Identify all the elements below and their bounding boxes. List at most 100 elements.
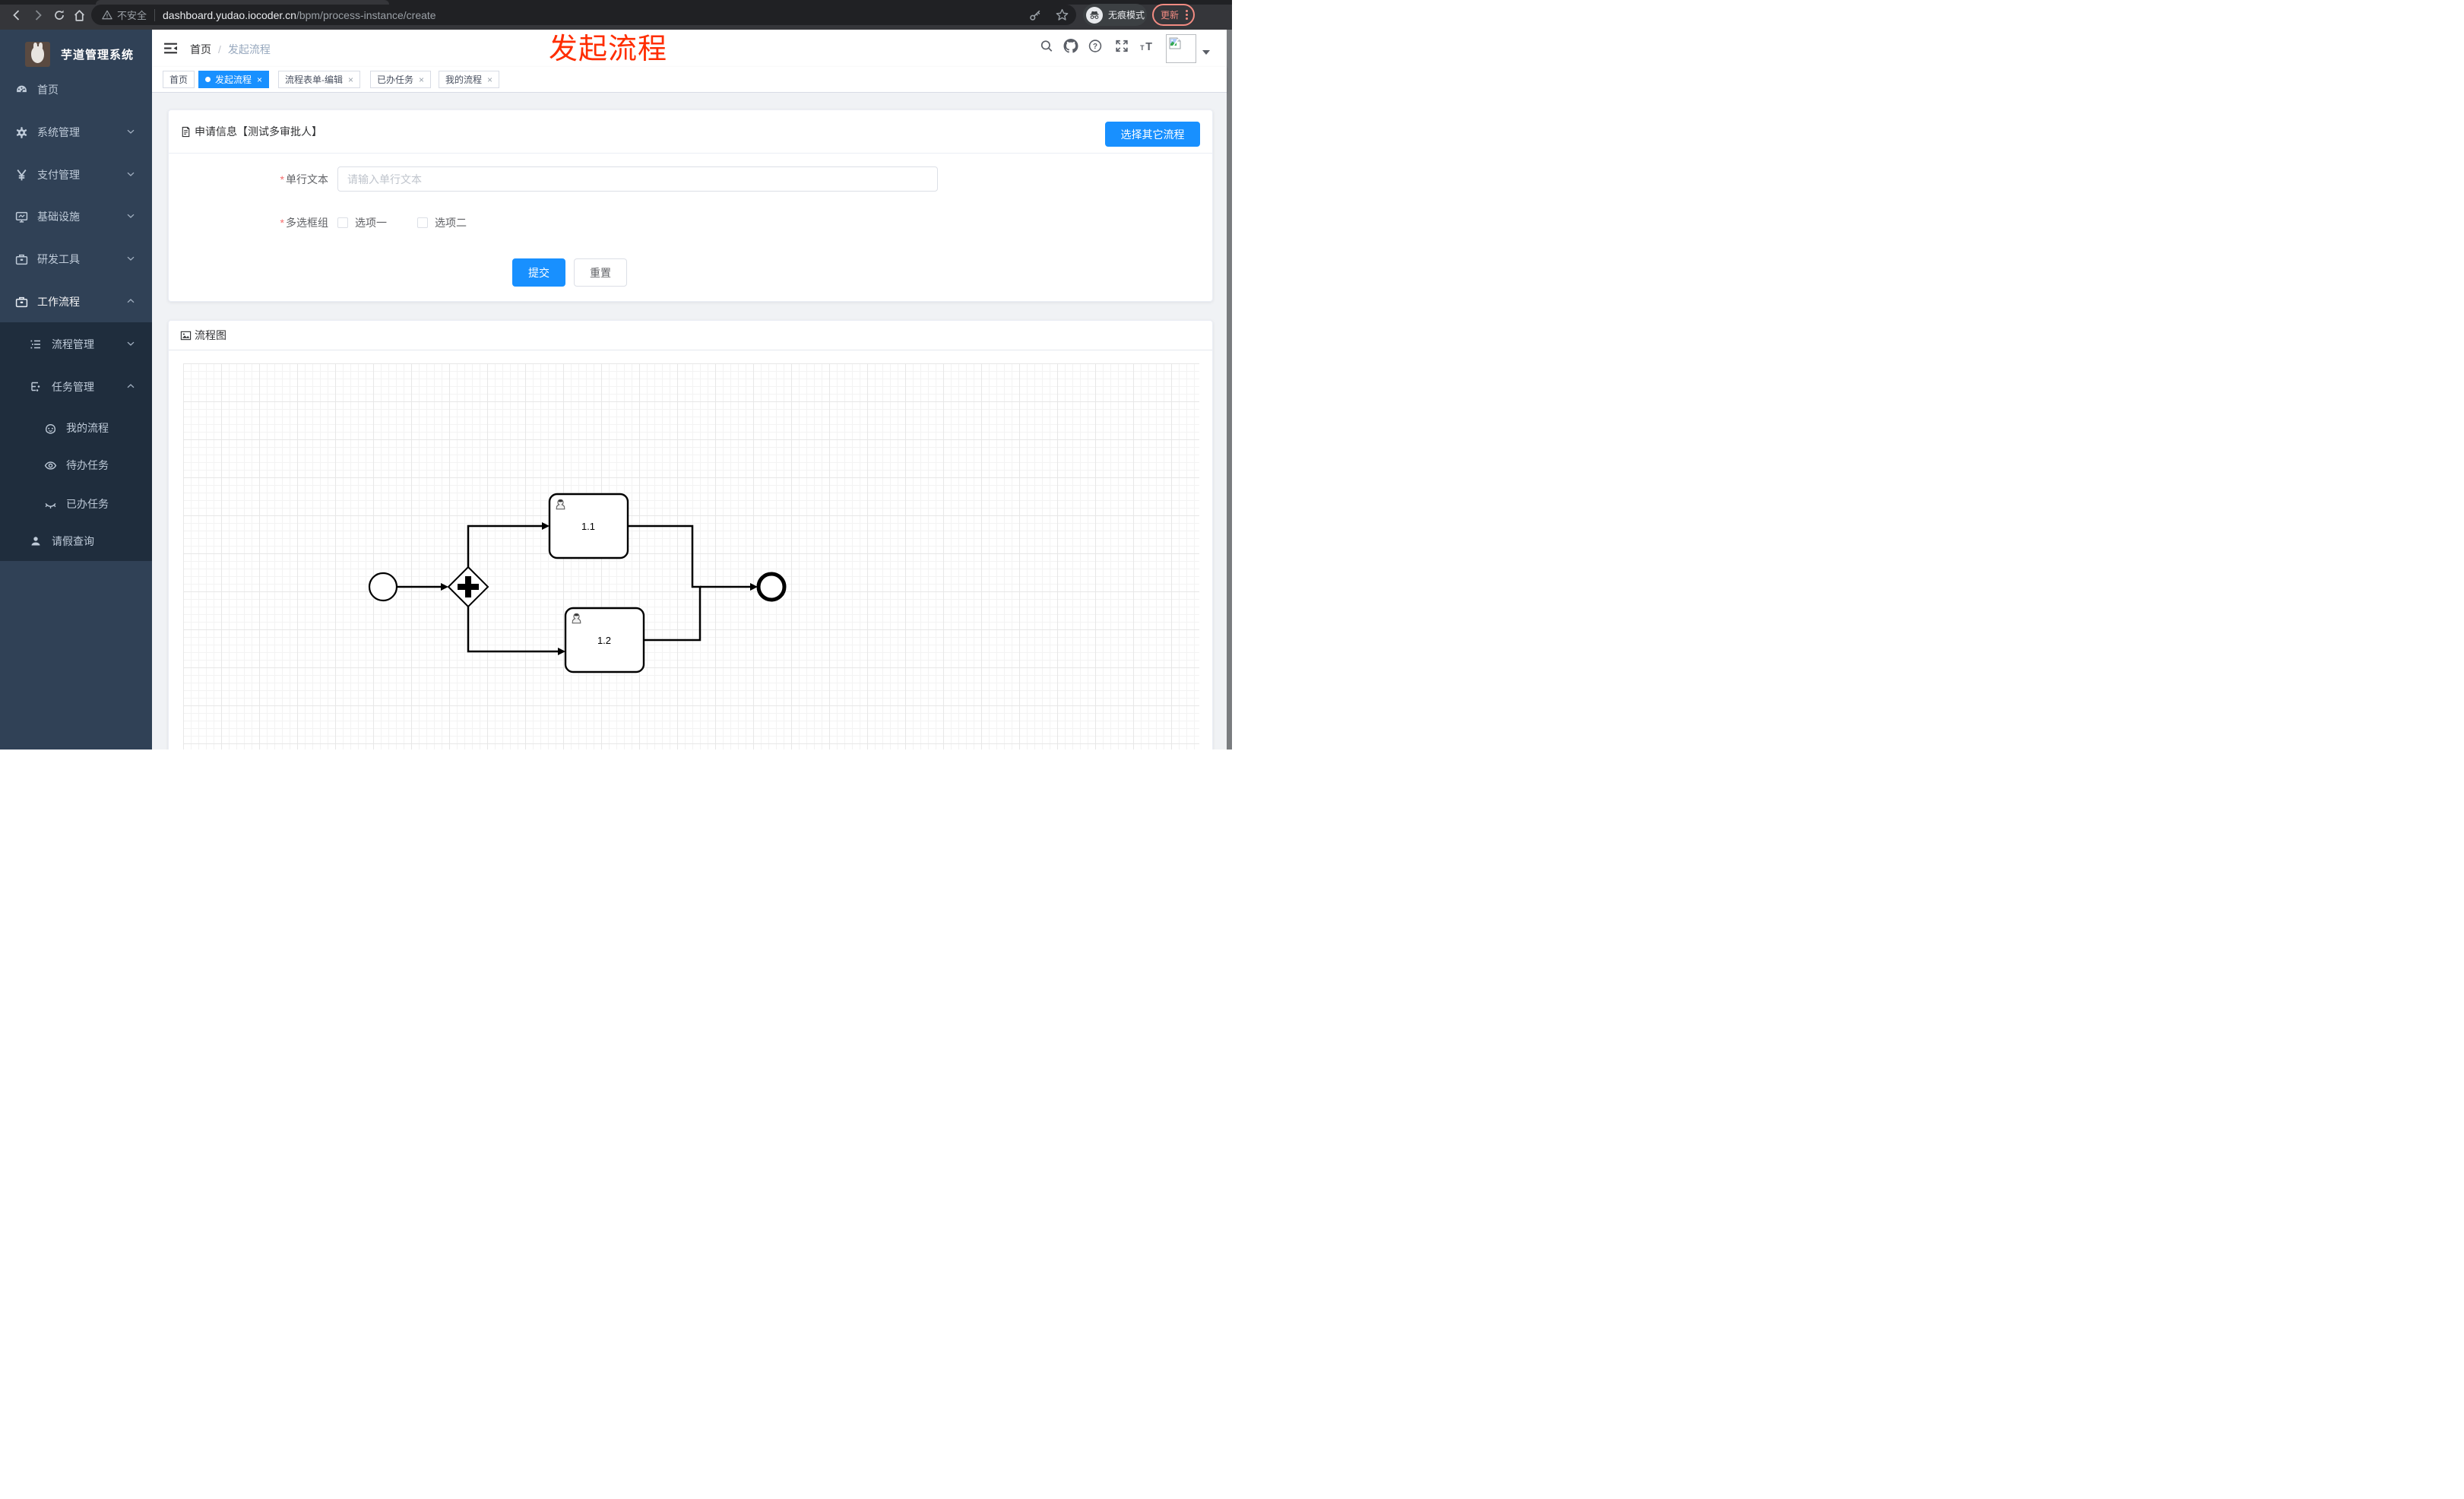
sidebar-item-done-tasks[interactable]: 已办任务	[0, 486, 152, 521]
sidebar-item-process-management[interactable]: 流程管理	[0, 327, 152, 362]
tags-view-bar: 首页 发起流程 × 流程表单-编辑 × 已办任务 × 我的流程 ×	[152, 67, 1227, 93]
sidebar-item-dev-tools[interactable]: 研发工具	[0, 242, 152, 277]
active-dot	[205, 77, 211, 82]
sidebar-item-label: 首页	[37, 84, 59, 96]
avatar-dropdown-caret[interactable]	[1202, 50, 1210, 55]
checkbox-icon[interactable]	[417, 217, 428, 228]
svg-text:T: T	[1145, 41, 1152, 53]
tag-done-tasks[interactable]: 已办任务 ×	[370, 71, 432, 88]
required-star: *	[280, 173, 284, 185]
github-icon[interactable]	[1063, 39, 1078, 57]
fullscreen-icon[interactable]	[1115, 40, 1129, 57]
sidebar-item-todo-tasks[interactable]: 待办任务	[0, 448, 152, 483]
url-text: dashboard.yudao.iocoder.cn/bpm/process-i…	[163, 9, 436, 21]
card-title-row: 流程图	[180, 328, 226, 343]
gear-icon	[14, 125, 28, 139]
checkbox-option-2[interactable]: 选项二	[417, 215, 467, 230]
sidebar-item-workflow[interactable]: 工作流程	[0, 284, 152, 319]
chevron-down-icon	[126, 126, 135, 138]
sidebar-item-my-process[interactable]: 我的流程	[0, 410, 152, 445]
bookmark-star-icon[interactable]	[1056, 8, 1069, 21]
reload-icon	[55, 10, 64, 20]
close-icon[interactable]: ×	[257, 75, 262, 84]
checkbox-label: 选项一	[355, 217, 387, 229]
sidebar-logo-row[interactable]: 芋道管理系统	[0, 36, 152, 72]
diagram-card-title: 流程图	[195, 329, 226, 341]
close-icon[interactable]: ×	[419, 75, 424, 84]
font-size-icon[interactable]: TT	[1139, 40, 1156, 57]
chevron-down-icon	[126, 338, 135, 350]
url-path: /bpm/process-instance/create	[296, 8, 436, 21]
browser-back-button[interactable]	[7, 5, 27, 25]
flow-node-icon	[29, 380, 43, 394]
update-label: 更新	[1161, 10, 1180, 21]
sidebar-item-label: 工作流程	[37, 296, 80, 308]
required-star: *	[280, 217, 284, 229]
incognito-label: 无痕模式	[1108, 10, 1145, 21]
form-card-title: 申请信息【测试多审批人】	[195, 125, 322, 138]
tag-form-edit[interactable]: 流程表单-编辑 ×	[278, 71, 361, 88]
search-icon[interactable]	[1040, 40, 1053, 57]
application-info-card: 申请信息【测试多审批人】 选择其它流程 *单行文本 *多选框组 选项一 选项二	[168, 109, 1213, 302]
app-title: 芋道管理系统	[61, 48, 135, 62]
close-icon[interactable]: ×	[487, 75, 492, 84]
image-icon	[180, 331, 192, 340]
not-secure-warning-icon	[102, 10, 112, 20]
sidebar-item-task-management[interactable]: 任务管理	[0, 369, 152, 404]
sidebar-item-label: 请假查询	[52, 535, 94, 547]
tag-label: 我的流程	[445, 74, 483, 85]
tag-label: 流程表单-编辑	[285, 74, 343, 85]
svg-text:?: ?	[1093, 43, 1097, 51]
help-icon[interactable]: ?	[1088, 40, 1102, 57]
yen-icon	[14, 168, 28, 182]
back-icon	[13, 10, 20, 21]
user-avatar[interactable]	[1166, 34, 1196, 63]
breadcrumb-current: 发起流程	[227, 43, 271, 55]
incognito-icon	[1086, 6, 1103, 24]
sidebar-item-payment[interactable]: 支付管理	[0, 157, 152, 192]
browser-home-button[interactable]	[69, 5, 89, 25]
svg-text:T: T	[1140, 44, 1145, 52]
card-header: 申请信息【测试多审批人】 选择其它流程	[169, 110, 1212, 154]
checkbox-icon[interactable]	[337, 217, 348, 228]
single-line-text-input[interactable]	[337, 166, 938, 192]
incognito-badge: 无痕模式	[1083, 4, 1147, 26]
tag-create-process[interactable]: 发起流程 ×	[198, 71, 270, 88]
sidebar-collapse-button[interactable]	[163, 41, 178, 55]
browser-forward-button[interactable]	[28, 5, 48, 25]
password-key-icon[interactable]	[1029, 8, 1042, 21]
sidebar-item-label: 流程管理	[52, 338, 94, 350]
switch-process-button[interactable]: 选择其它流程	[1105, 122, 1200, 147]
sidebar-item-label: 支付管理	[37, 169, 80, 181]
bpmn-canvas[interactable]: 1.1 1.2	[183, 363, 1199, 750]
security-badge[interactable]: 不安全	[91, 8, 147, 22]
sidebar-item-infrastructure[interactable]: 基础设施	[0, 199, 152, 234]
card-header: 流程图	[169, 321, 1212, 350]
user-icon	[29, 534, 43, 548]
tag-label: 发起流程	[215, 74, 252, 85]
bpmn-user-task-1-1: 1.1	[548, 493, 629, 559]
screen: 不安全 dashboard.yudao.iocoder.cn/bpm/proce…	[0, 0, 1232, 750]
sidebar-item-home[interactable]: 首页	[0, 72, 152, 107]
process-diagram-card: 流程图 1.1 1.2	[168, 320, 1213, 750]
close-icon[interactable]: ×	[348, 75, 353, 84]
checkbox-option-1[interactable]: 选项一	[337, 215, 387, 230]
briefcase-icon	[14, 295, 28, 309]
tag-my-process[interactable]: 我的流程 ×	[439, 71, 500, 88]
address-bar[interactable]: 不安全 dashboard.yudao.iocoder.cn/bpm/proce…	[91, 5, 1076, 25]
tag-home[interactable]: 首页	[163, 71, 195, 88]
browser-menu-icon[interactable]	[1186, 10, 1188, 20]
submit-button[interactable]: 提交	[512, 258, 565, 287]
page-scrollbar[interactable]	[1227, 30, 1232, 750]
sidebar-item-label: 系统管理	[37, 126, 80, 138]
reset-button[interactable]: 重置	[574, 258, 627, 287]
browser-reload-button[interactable]	[49, 5, 69, 25]
breadcrumb-home[interactable]: 首页	[190, 42, 211, 57]
sidebar-item-label: 基础设施	[37, 211, 80, 223]
sidebar-item-label: 研发工具	[37, 253, 80, 265]
face-icon	[43, 421, 57, 435]
sidebar-item-system[interactable]: 系统管理	[0, 115, 152, 150]
sidebar-item-leave-query[interactable]: 请假查询	[0, 524, 152, 559]
bpmn-diagram: 1.1 1.2	[368, 493, 787, 673]
browser-update-button[interactable]: 更新	[1152, 4, 1195, 26]
